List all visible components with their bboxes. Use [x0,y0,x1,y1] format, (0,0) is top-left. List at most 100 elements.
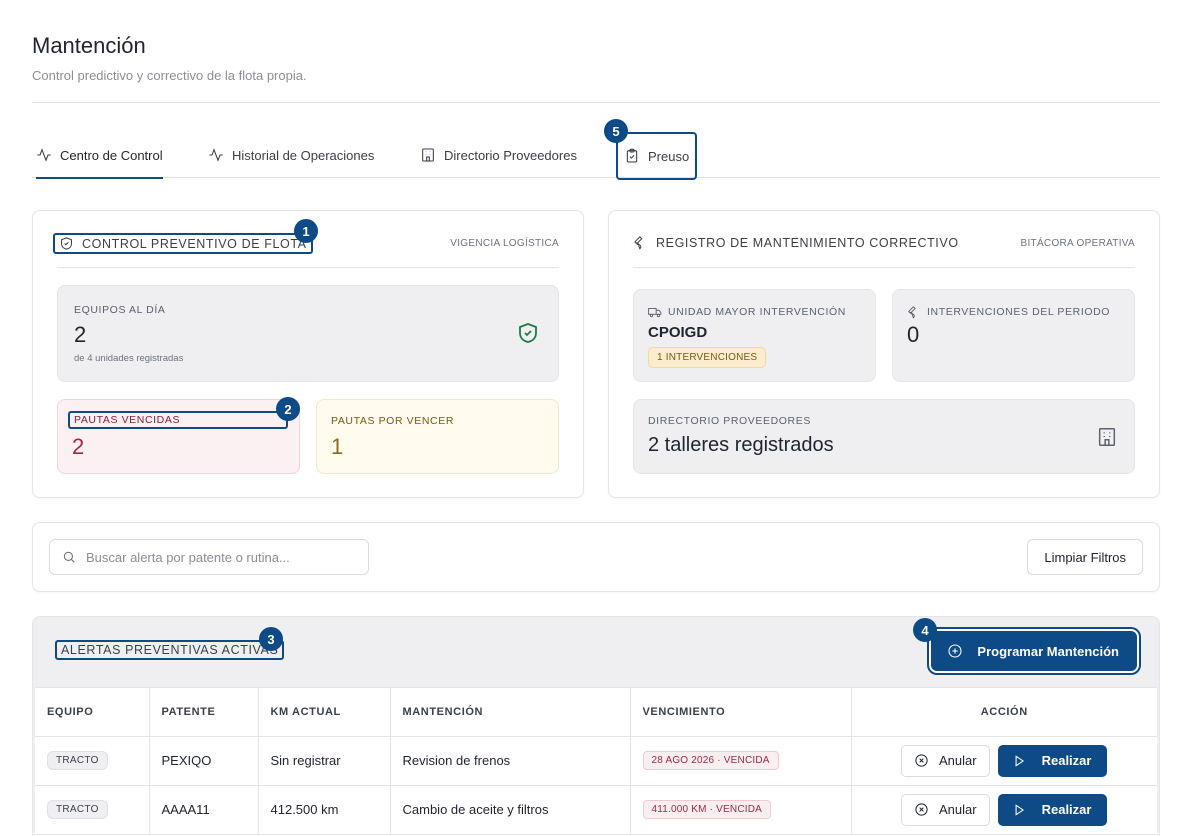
perform-maintenance-button[interactable]: Realizar [997,744,1108,777]
wrench-icon [908,306,916,319]
button-label: Realizar [1041,802,1092,817]
clipboard-check-icon [626,148,638,163]
tab-label: Historial de Operaciones [232,147,375,163]
card-meta: Vigencia Logística [450,238,559,249]
shield-check-icon [519,323,537,343]
header-divider [32,102,1160,103]
tab-label: Preuso [648,148,690,164]
column-header: Patente [149,688,259,737]
stat-value: 2 [72,434,85,459]
cell-mantencion: Cambio de aceite y filtros [390,785,631,835]
stat-label-text: Intervenciones del periodo [927,306,1111,318]
search-box [49,539,369,575]
callout-badge-1: 1 [294,219,318,243]
cell-km: 412.500 km [258,785,391,835]
stat-label: Directorio Proveedores [648,415,811,427]
search-icon [63,551,75,563]
page-title: Mantención [32,33,146,58]
column-header: KM Actual [258,688,391,737]
cell-vencimiento: 411.000 KM · VENCIDA [630,785,852,835]
tab-preuso[interactable]: Preuso [616,132,698,180]
wrench-icon [634,236,643,250]
cell-patente: AAAA11 [149,785,259,835]
column-header: Equipo [35,688,150,737]
equipment-tag: TRACTO [47,751,108,770]
stat-directorio-proveedores: Directorio Proveedores 2 talleres regist… [633,399,1135,474]
stat-value: CPOIGD [648,324,708,341]
plus-circle-icon [948,644,962,658]
column-header: Mantención [390,688,631,737]
stat-label: Unidad mayor intervención [648,305,846,319]
preventive-control-card: Control Preventivo de Flota Vigencia Log… [32,210,584,498]
tab-historial-de-operaciones[interactable]: Historial de Operaciones [208,132,374,178]
cancel-alert-button[interactable]: Anular [901,744,990,777]
program-maintenance-button[interactable]: Programar Mantención [931,631,1137,671]
callout-badge-3: 3 [259,627,283,651]
filter-bar: Limpiar Filtros [32,522,1160,592]
perform-maintenance-button[interactable]: Realizar [997,793,1108,826]
stat-value: 1 [331,434,344,459]
tab-bar: Centro de Control Historial de Operacion… [32,132,1160,180]
equipment-tag: TRACTO [47,800,108,819]
card-title: Registro de Mantenimiento Correctivo [633,235,959,250]
building-icon [1098,428,1116,446]
button-label: Realizar [1041,753,1092,768]
stat-intervenciones-periodo: Intervenciones del periodo 0 [892,289,1135,382]
tab-label: Centro de Control [60,147,163,163]
column-header: Acción [851,688,1157,737]
callout-badge-2: 2 [276,397,300,421]
tab-directorio-proveedores[interactable]: Directorio Proveedores [420,132,577,178]
clear-filters-button[interactable]: Limpiar Filtros [1027,539,1143,575]
corrective-maintenance-card: Registro de Mantenimiento Correctivo Bit… [608,210,1160,498]
activity-icon [209,148,223,162]
cell-vencimiento: 28 AGO 2026 · VENCIDA [630,736,852,786]
alerts-table: Equipo Patente KM Actual Mantención Venc… [35,688,1157,835]
cell-km: Sin registrar [258,736,391,786]
cell-equipo: TRACTO [35,736,150,786]
play-icon [1015,754,1024,767]
button-label: Anular [939,753,977,768]
shield-check-icon [61,237,72,250]
card-title-text: Control Preventivo de Flota [82,236,307,251]
card-title-text: Registro de Mantenimiento Correctivo [656,235,959,250]
cell-equipo: TRACTO [35,785,150,835]
x-circle-icon [915,803,928,816]
card-meta: Bitácora Operativa [1020,238,1135,249]
stat-pautas-por-vencer: Pautas por vencer 1 [316,399,559,474]
card-title: Control Preventivo de Flota [53,233,313,254]
cell-accion: Anular Realizar [851,736,1157,786]
stat-label: Equipos al día [74,304,166,316]
due-status-tag: 411.000 KM · VENCIDA [642,800,772,819]
stat-sub: de 4 unidades registradas [74,353,184,364]
alerts-title: Alertas Preventivas Activas [55,640,285,660]
stat-label: Pautas vencidas [68,411,288,429]
tab-centro-de-control[interactable]: Centro de Control [36,132,163,179]
tab-label: Directorio Proveedores [444,147,577,163]
activity-icon [37,148,51,162]
cell-accion: Anular Realizar [851,785,1157,835]
table-header-row: Equipo Patente KM Actual Mantención Venc… [35,688,1157,737]
stat-unidad-mayor-intervencion: Unidad mayor intervención CPOIGD 1 INTER… [633,289,876,382]
x-circle-icon [915,754,928,767]
building-icon [422,148,434,162]
stat-pautas-vencidas: Pautas vencidas 2 [57,399,300,474]
stat-value: 0 [907,322,920,347]
cancel-alert-button[interactable]: Anular [901,793,990,826]
truck-icon [648,308,662,318]
page-subtitle: Control predictivo y correctivo de la fl… [32,68,307,83]
search-input[interactable] [86,549,346,565]
column-header: Vencimiento [630,688,852,737]
cell-mantencion: Revision de frenos [390,736,631,786]
stat-label: Pautas por vencer [331,415,454,427]
callout-badge-5: 5 [604,119,628,143]
intervention-chip: 1 INTERVENCIONES [648,347,767,368]
callout-badge-4: 4 [913,618,937,642]
active-alerts-panel: Alertas Preventivas Activas Programar Ma… [32,616,1160,836]
play-icon [1015,803,1024,816]
alerts-table-container: Equipo Patente KM Actual Mantención Venc… [35,687,1157,836]
stat-value: 2 talleres registrados [648,434,834,456]
stat-label-text: Unidad mayor intervención [668,306,846,318]
due-status-tag: 28 AGO 2026 · VENCIDA [642,751,779,770]
card-header: Registro de Mantenimiento Correctivo Bit… [633,233,1135,268]
table-row: TRACTO AAAA11 412.500 km Cambio de aceit… [35,785,1157,835]
